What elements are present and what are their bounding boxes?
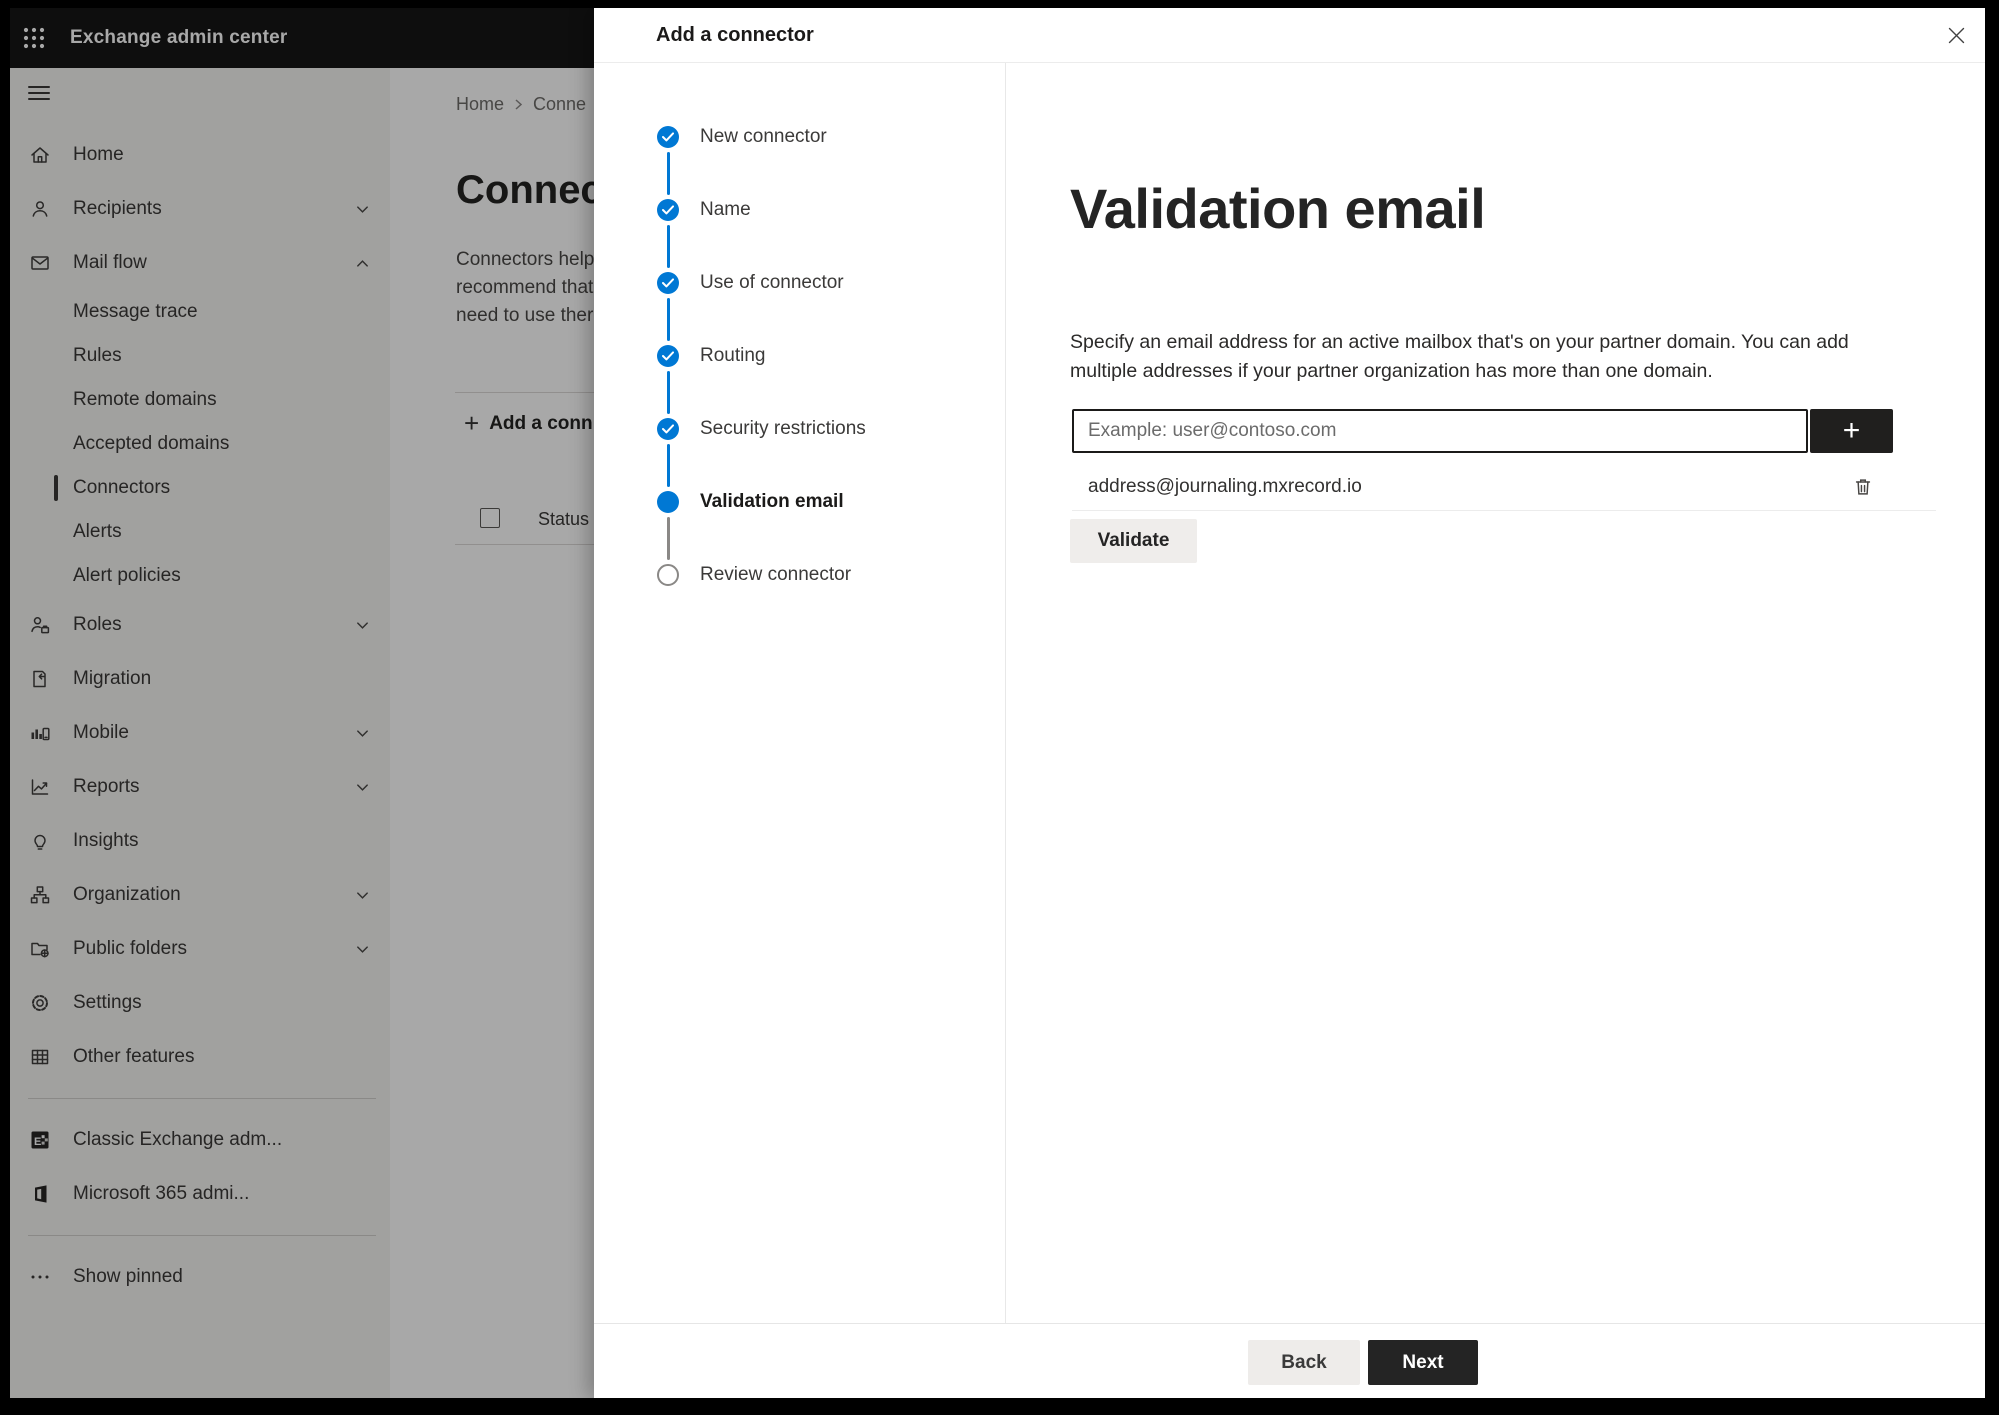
email-entry-row: + (1072, 409, 1893, 453)
panel-header: Add a connector (594, 8, 1985, 63)
add-address-button[interactable]: + (1810, 409, 1893, 453)
step-circle (657, 563, 679, 586)
step-connector-line (666, 297, 670, 341)
address-list: address@journaling.mxrecord.io (1072, 463, 1936, 511)
step-routing[interactable]: Routing (657, 319, 987, 392)
delete-address-button[interactable] (1850, 474, 1876, 500)
check-icon (662, 350, 674, 360)
step-name[interactable]: Name (657, 173, 987, 246)
trash-icon (1855, 478, 1871, 495)
step-circle (657, 490, 679, 513)
step-circle (657, 271, 679, 294)
step-circle (657, 125, 679, 148)
step-use-of-connector[interactable]: Use of connector (657, 246, 987, 319)
step-circle (657, 198, 679, 221)
add-connector-panel: Add a connector New connector Name Use of … (594, 8, 1985, 1398)
next-button[interactable]: Next (1368, 1340, 1478, 1385)
step-connector-line (666, 151, 670, 195)
panel-title: Add a connector (656, 24, 814, 46)
step-security-restrictions[interactable]: Security restrictions (657, 392, 987, 465)
step-description: Specify an email address for an active m… (1070, 331, 1849, 382)
email-input[interactable] (1072, 409, 1808, 453)
step-new-connector[interactable]: New connector (657, 100, 987, 173)
column-divider (1005, 63, 1006, 1323)
exchange-admin-app: Exchange admin center Home Recipients Ma… (10, 8, 1985, 1398)
step-connector-line (666, 370, 670, 414)
step-heading: Validation email (1070, 177, 1486, 240)
stepper: New connector Name Use of connector Routing… (657, 100, 987, 611)
close-icon (1948, 27, 1964, 43)
step-connector-line (666, 516, 670, 560)
step-validation-email[interactable]: Validation email (657, 465, 987, 538)
step-connector-line (666, 224, 670, 268)
step-connector-line (666, 443, 670, 487)
check-icon (662, 277, 674, 287)
step-label: Name (700, 198, 751, 220)
screenshot-frame: Exchange admin center Home Recipients Ma… (0, 0, 1999, 1415)
check-icon (662, 131, 674, 141)
step-circle (657, 344, 679, 367)
step-label: Review connector (700, 563, 852, 585)
address-row: address@journaling.mxrecord.io (1072, 463, 1936, 511)
step-label: New connector (700, 125, 827, 147)
validate-button[interactable]: Validate (1070, 519, 1197, 563)
check-icon (662, 423, 674, 433)
back-button[interactable]: Back (1248, 1340, 1360, 1385)
step-review-connector: Review connector (657, 538, 987, 611)
step-label: Routing (700, 344, 766, 366)
step-label: Validation email (700, 490, 844, 512)
address-text: address@journaling.mxrecord.io (1088, 475, 1362, 497)
step-label: Security restrictions (700, 417, 866, 439)
step-label: Use of connector (700, 271, 844, 293)
panel-footer: Back Next (594, 1323, 1985, 1398)
check-icon (662, 204, 674, 214)
close-button[interactable] (1940, 19, 1972, 51)
step-circle (657, 417, 679, 440)
